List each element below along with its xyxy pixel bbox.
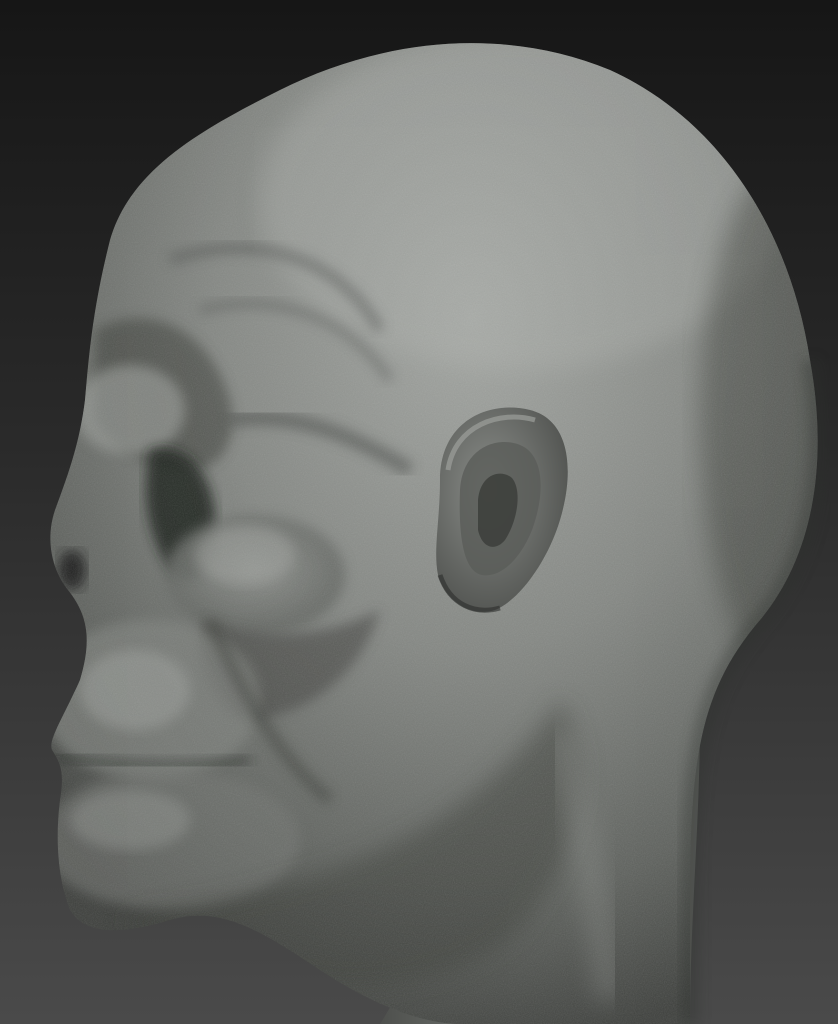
- sculpt-viewport: [0, 0, 838, 1024]
- clay-head-sculpt: [50, 43, 827, 1024]
